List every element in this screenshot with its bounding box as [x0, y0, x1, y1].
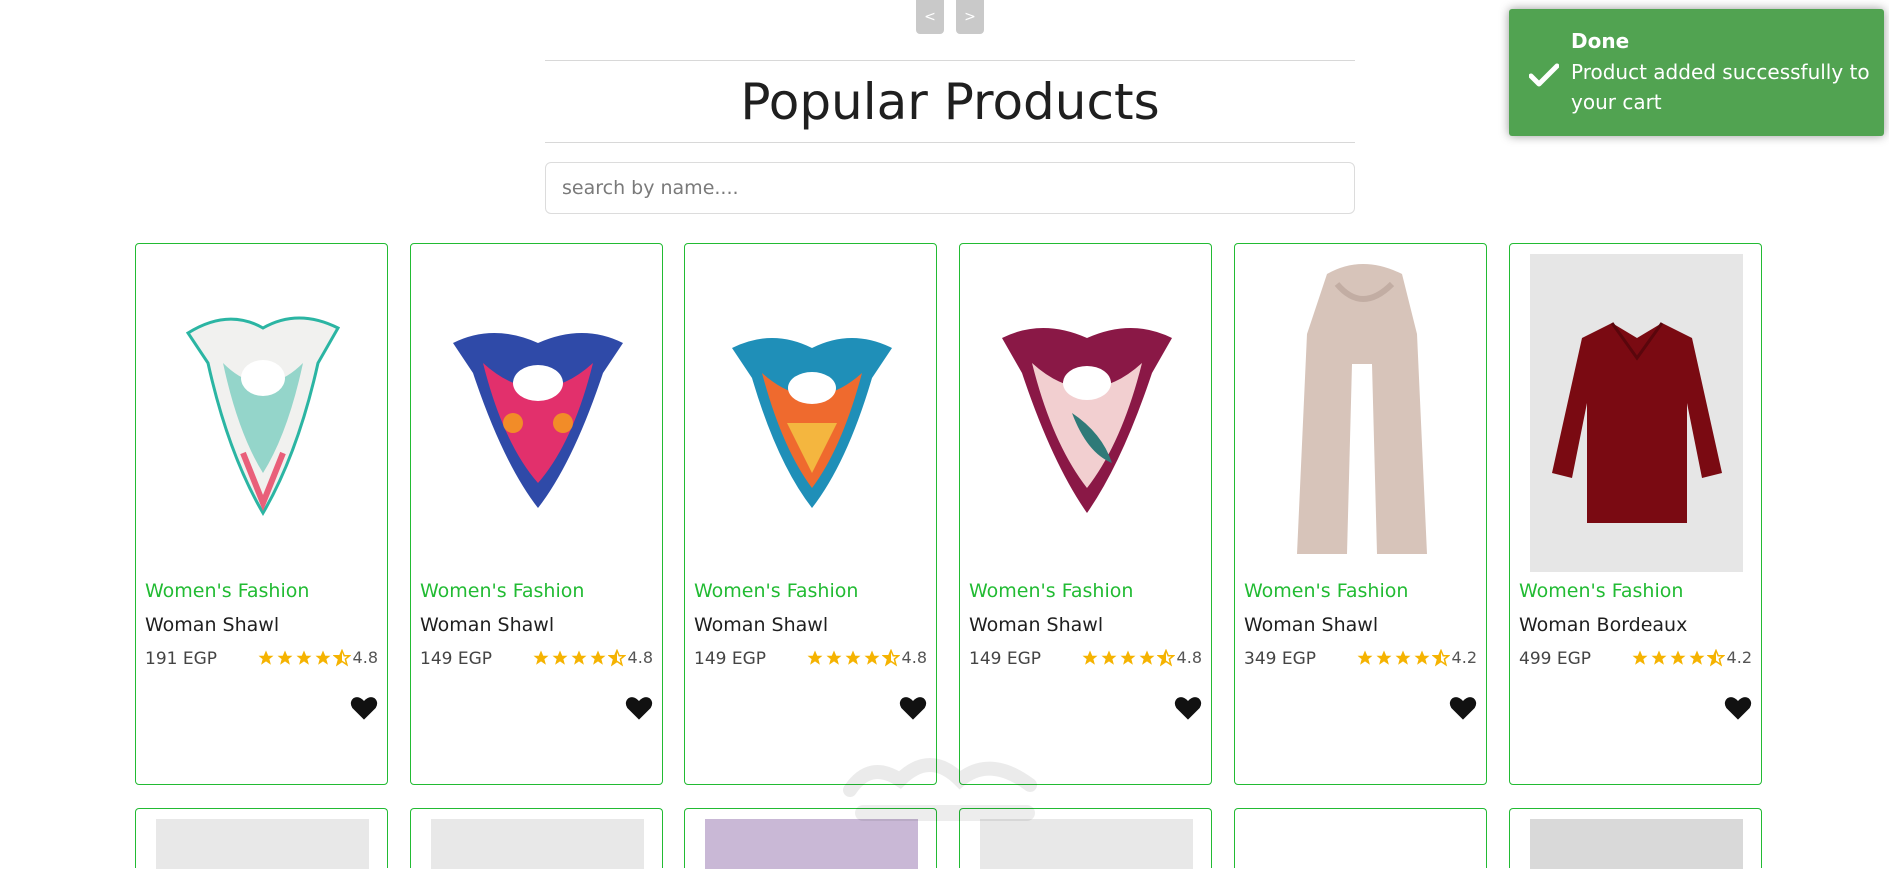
product-category[interactable]: Women's Fashion — [694, 580, 858, 602]
product-category[interactable]: Women's Fashion — [145, 580, 309, 602]
rating-value: 4.8 — [901, 648, 927, 667]
product-image[interactable] — [431, 819, 644, 869]
toast-message: Product added successfully to your cart — [1571, 60, 1870, 114]
next-page-button[interactable]: > — [956, 0, 984, 34]
product-card[interactable]: Women's Fashion Woman Bordeaux 499 EGP 4… — [1509, 243, 1762, 785]
star-rating-icons — [1081, 648, 1175, 667]
star-rating-icons — [1631, 648, 1725, 667]
product-card[interactable] — [1234, 808, 1487, 868]
rating-value: 4.8 — [1176, 648, 1202, 667]
product-name[interactable]: Woman Shawl — [420, 614, 554, 636]
product-image[interactable] — [980, 254, 1193, 572]
checkmark-icon — [1528, 63, 1560, 91]
product-image[interactable] — [156, 254, 369, 572]
rating-value: 4.2 — [1726, 648, 1752, 667]
title-section: Popular Products — [545, 60, 1355, 143]
product-category[interactable]: Women's Fashion — [420, 580, 584, 602]
heart-icon[interactable] — [1449, 695, 1477, 725]
pager: < > — [916, 0, 984, 34]
star-rating-icons — [806, 648, 900, 667]
product-price: 149 EGP — [420, 649, 493, 669]
product-rating: 4.8 — [257, 648, 378, 667]
heart-icon[interactable] — [350, 695, 378, 725]
star-rating-icons — [532, 648, 626, 667]
heart-icon[interactable] — [625, 695, 653, 725]
product-card[interactable]: Women's Fashion Woman Shawl 149 EGP 4.8 — [410, 243, 663, 785]
product-image[interactable] — [1530, 254, 1743, 572]
heart-icon[interactable] — [1174, 695, 1202, 725]
product-image[interactable] — [1255, 254, 1468, 572]
success-toast[interactable]: Done Product added successfully to your … — [1509, 9, 1884, 136]
product-price: 499 EGP — [1519, 649, 1592, 669]
product-category[interactable]: Women's Fashion — [1519, 580, 1683, 602]
product-card[interactable]: Women's Fashion Woman Shawl 149 EGP 4.8 — [684, 243, 937, 785]
product-category[interactable]: Women's Fashion — [1244, 580, 1408, 602]
product-name[interactable]: Woman Shawl — [694, 614, 828, 636]
product-name[interactable]: Woman Shawl — [969, 614, 1103, 636]
product-price: 191 EGP — [145, 649, 218, 669]
prev-page-button[interactable]: < — [916, 0, 944, 34]
product-rating: 4.8 — [1081, 648, 1202, 667]
product-rating: 4.2 — [1356, 648, 1477, 667]
product-image[interactable] — [1530, 819, 1743, 869]
product-rating: 4.8 — [806, 648, 927, 667]
product-image[interactable] — [431, 254, 644, 572]
rating-value: 4.2 — [1451, 648, 1477, 667]
product-category[interactable]: Women's Fashion — [969, 580, 1133, 602]
product-rating: 4.2 — [1631, 648, 1752, 667]
product-card[interactable]: Women's Fashion Woman Shawl 191 EGP 4.8 — [135, 243, 388, 785]
product-card[interactable] — [135, 808, 388, 869]
product-name[interactable]: Woman Bordeaux — [1519, 614, 1687, 636]
product-name[interactable]: Woman Shawl — [1244, 614, 1378, 636]
heart-icon[interactable] — [1724, 695, 1752, 725]
product-price: 149 EGP — [694, 649, 767, 669]
heart-icon[interactable] — [899, 695, 927, 725]
page-title: Popular Products — [740, 72, 1160, 131]
product-price: 149 EGP — [969, 649, 1042, 669]
product-name[interactable]: Woman Shawl — [145, 614, 279, 636]
product-image[interactable] — [705, 254, 918, 572]
product-image[interactable] — [156, 819, 369, 869]
product-rating: 4.8 — [532, 648, 653, 667]
product-card[interactable]: Women's Fashion Woman Shawl 349 EGP 4.2 — [1234, 243, 1487, 785]
product-card[interactable] — [1509, 808, 1762, 869]
star-rating-icons — [257, 648, 351, 667]
rating-value: 4.8 — [352, 648, 378, 667]
product-card[interactable]: Women's Fashion Woman Shawl 149 EGP 4.8 — [959, 243, 1212, 785]
search-input[interactable] — [545, 162, 1355, 214]
toast-title: Done — [1571, 29, 1630, 53]
product-price: 349 EGP — [1244, 649, 1317, 669]
rating-value: 4.8 — [627, 648, 653, 667]
star-rating-icons — [1356, 648, 1450, 667]
product-card[interactable] — [410, 808, 663, 869]
watermark-logo — [830, 740, 1060, 834]
